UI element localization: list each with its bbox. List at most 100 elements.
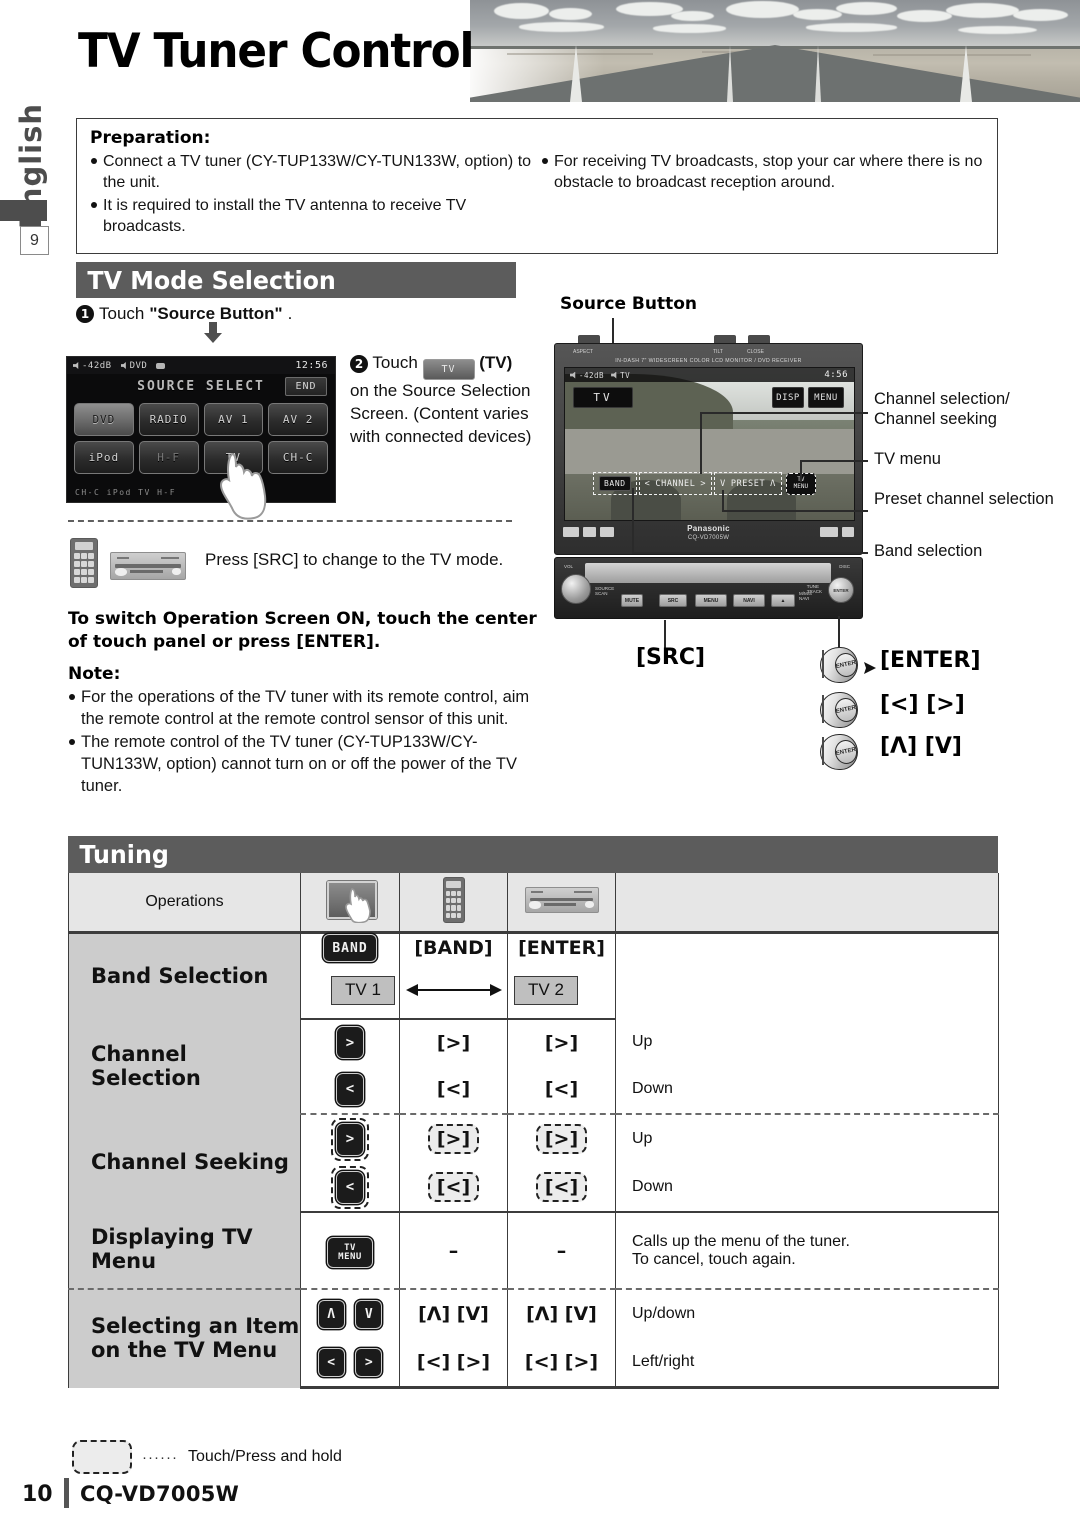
preset-up-arrow[interactable]: Λ <box>770 479 776 489</box>
remote-control-icon <box>442 876 465 923</box>
disc-slot-door <box>585 563 831 583</box>
step-1-bold: "Source Button" <box>149 304 283 323</box>
cell-touch-seek-down[interactable]: < <box>300 1163 400 1213</box>
cell-desc-seek-down: Down <box>615 1163 999 1213</box>
enter-dial-ud-icon: ENTER <box>816 732 860 772</box>
step-number-badge: 2 <box>350 355 368 374</box>
screen-source-button[interactable]: TV <box>573 387 633 408</box>
header-head-unit-icon-cell <box>507 873 616 934</box>
channel-right-arrow[interactable]: > <box>700 479 706 489</box>
tv-menu-glyph-line2: MENU <box>338 1251 362 1262</box>
header-description-cell <box>615 873 999 934</box>
channel-selection-group[interactable]: < CHANNEL > <box>638 472 713 495</box>
tv-menu-key-glyph[interactable]: TV MENU <box>327 1237 373 1269</box>
callout-label-tvmenu: TV menu <box>874 450 941 470</box>
preparation-right-column: For receiving TV broadcasts, stop your c… <box>541 151 984 239</box>
lcd-status-bar: -42dB DVD 12:56 <box>67 357 335 374</box>
chapter-number-box: 9 <box>20 226 49 255</box>
cell-remote-seek-up: [>] <box>399 1114 508 1163</box>
seek-down-unit-label: [<] <box>544 1176 579 1198</box>
menu-button[interactable]: MENU <box>808 387 844 408</box>
source-button-radio[interactable]: RADIO <box>138 403 199 436</box>
format-logos-right <box>820 527 854 537</box>
eject-key[interactable]: ▲ <box>771 594 795 607</box>
close-label: CLOSE <box>747 349 764 355</box>
head-unit-screen[interactable]: -42dB TV 4:56 TV DISP MENU BAND < CHANNE… <box>564 367 855 521</box>
note-item: The remote control of the TV tuner (CY-T… <box>68 732 548 798</box>
step-2-touch-word: Touch <box>372 353 418 372</box>
row-label-channel-selection: Channel Selection <box>68 1019 301 1114</box>
cell-touch-tvmenu[interactable]: TV MENU <box>300 1212 400 1290</box>
cell-touch-select-updown[interactable]: Λ V <box>300 1289 400 1338</box>
navi-key[interactable]: NAVI <box>733 594 765 607</box>
head-unit-icon <box>110 552 186 580</box>
preparation-item: Connect a TV tuner (CY-TUP133W/CY-TUN133… <box>90 151 533 193</box>
cell-unit-select-updown: [Λ] [V] <box>507 1289 616 1338</box>
band-selection-group[interactable]: BAND <box>593 472 637 495</box>
footer-model-name: CQ-VD7005W <box>80 1482 240 1506</box>
screen-clock: 4:56 <box>824 370 848 380</box>
volume-knob[interactable] <box>561 574 591 604</box>
seek-up-key-glyph[interactable]: > <box>336 1122 364 1156</box>
cell-touch-select-leftright[interactable]: < > <box>300 1338 400 1389</box>
cell-touch-channel-up[interactable]: > <box>300 1019 400 1065</box>
seek-down-key-glyph[interactable]: < <box>336 1170 364 1204</box>
channel-left-arrow[interactable]: < <box>645 479 651 489</box>
hold-indicator: [>] <box>427 1124 480 1154</box>
section-header-tuning: Tuning <box>68 836 998 873</box>
select-up-key-glyph[interactable]: Λ <box>317 1299 345 1329</box>
source-button-av1[interactable]: AV 1 <box>203 403 264 436</box>
source-button-callout-label: Source Button <box>560 294 698 314</box>
menu-key[interactable]: MENU <box>695 594 727 607</box>
cell-touch-seek-up[interactable]: > <box>300 1114 400 1163</box>
tvmenu-desc-line1: Calls up the menu of the tuner. <box>632 1232 850 1250</box>
cell-desc-select-updown: Up/down <box>615 1289 999 1338</box>
select-right-key-glyph[interactable]: > <box>355 1347 383 1377</box>
cell-desc-band <box>615 932 999 1019</box>
cell-desc-seek-up: Up <box>615 1114 999 1163</box>
screen-control-bar: BAND < CHANNEL > V PRESET Λ TV MENU <box>593 472 828 495</box>
select-left-key-glyph[interactable]: < <box>317 1347 345 1377</box>
preset-selection-group[interactable]: V PRESET Λ <box>714 472 782 495</box>
step-1-instruction: 1 Touch "Source Button" . <box>76 304 292 324</box>
enter-dial[interactable]: ENTER <box>828 577 854 603</box>
cell-unit-seek-up: [>] <box>507 1114 616 1163</box>
select-down-key-glyph[interactable]: V <box>355 1299 383 1329</box>
row-label-select-item: Selecting an Item on the TV Menu <box>68 1289 301 1388</box>
mute-key[interactable]: MUTE <box>621 594 643 607</box>
section-header-tv-mode-selection: TV Mode Selection <box>76 262 516 298</box>
source-button-dvd[interactable]: DVD <box>74 403 134 436</box>
channel-down-key-glyph[interactable]: < <box>336 1072 364 1106</box>
header-banner-photo <box>470 0 1080 102</box>
band-key[interactable]: BAND <box>599 476 631 491</box>
preparation-left-column: Connect a TV tuner (CY-TUP133W/CY-TUN133… <box>90 151 533 239</box>
screen-volume: -42dB <box>579 370 605 380</box>
table-row-select-item-updown: Selecting an Item on the TV Menu Λ V [Λ]… <box>68 1289 999 1388</box>
section-title: TV Mode Selection <box>87 265 336 295</box>
preset-down-arrow[interactable]: V <box>720 479 726 489</box>
src-key[interactable]: SRC <box>659 594 687 607</box>
src-press-note-text: Press [SRC] to change to the TV mode. <box>205 550 504 569</box>
disp-button[interactable]: DISP <box>772 387 804 408</box>
end-button[interactable]: END <box>285 377 327 396</box>
cell-touch-channel-down[interactable]: < <box>300 1065 400 1115</box>
screen-source: TV <box>620 370 631 380</box>
head-unit-icon <box>524 886 599 913</box>
inline-tv-button[interactable]: TV <box>422 359 475 381</box>
row-label-channel-seeking: Channel Seeking <box>68 1114 301 1212</box>
tvmenu-desc-line2: To cancel, touch again. <box>632 1250 796 1268</box>
pointing-hand-icon <box>345 887 371 923</box>
screen-status-bar: -42dB TV 4:56 <box>565 368 854 382</box>
cell-touch-band[interactable]: BAND <box>300 932 400 962</box>
source-select-screen[interactable]: -42dB DVD 12:56 SOURCE SELECT END DVD RA… <box>66 356 336 503</box>
source-button-chc[interactable]: CH-C <box>268 441 328 474</box>
legend-hold: ······ Touch/Press and hold <box>72 1440 342 1474</box>
chapter-marker-bar <box>0 200 47 221</box>
source-button-grid: DVD RADIO AV 1 AV 2 iPod H-F TV CH-C <box>74 403 328 474</box>
table-row-channel-seeking-up: Channel Seeking > [>] [>] Up <box>68 1114 999 1212</box>
channel-up-key-glyph[interactable]: > <box>336 1026 364 1059</box>
source-button-hf[interactable]: H-F <box>138 441 199 474</box>
band-key-glyph[interactable]: BAND <box>323 934 377 962</box>
source-button-ipod[interactable]: iPod <box>74 441 134 474</box>
source-button-av2[interactable]: AV 2 <box>268 403 328 436</box>
